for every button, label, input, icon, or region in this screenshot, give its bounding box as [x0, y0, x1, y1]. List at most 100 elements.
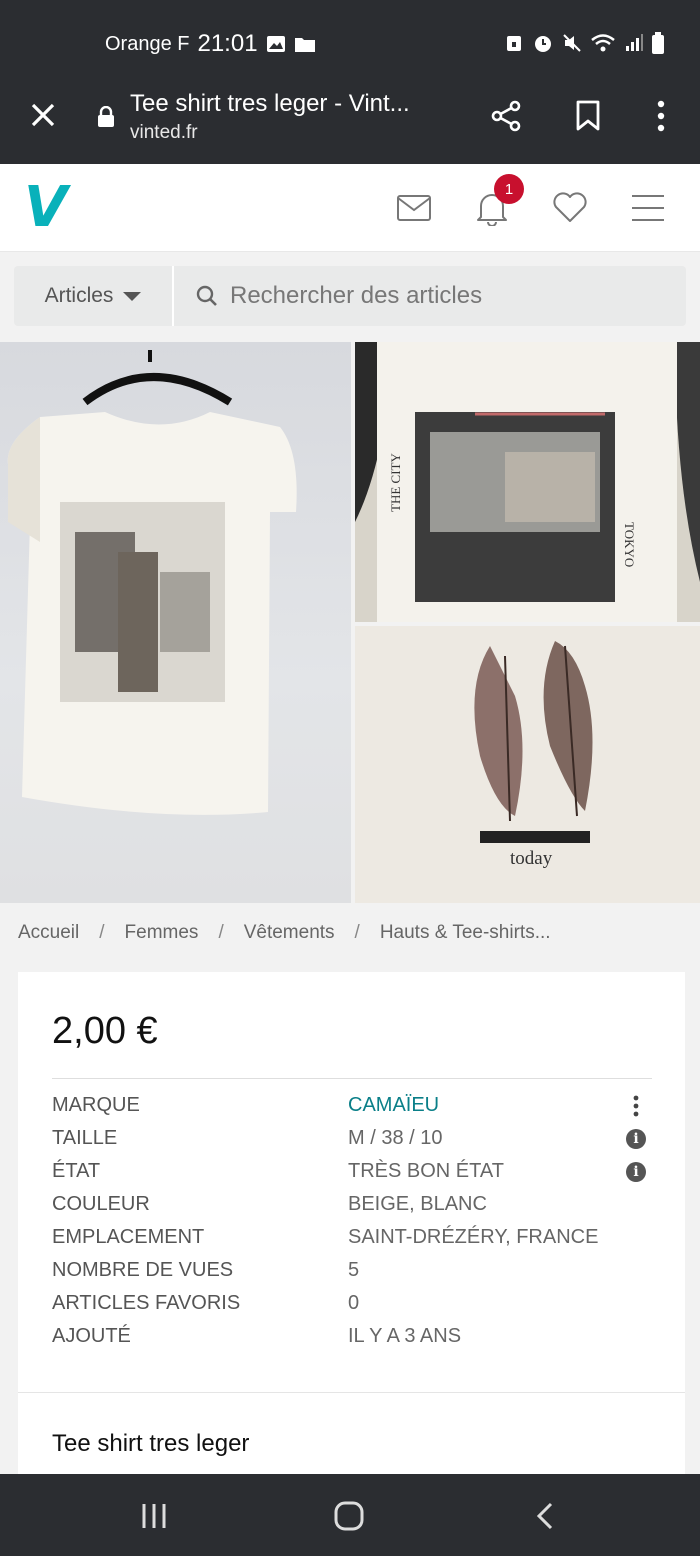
item-title: Tee shirt tres leger [52, 1430, 250, 1457]
feather-print-photo-image: today [355, 626, 700, 903]
detail-row-brand: MARQUE CAMAÏEU [52, 1094, 652, 1127]
home-button[interactable] [329, 1496, 369, 1536]
detail-value: 0 [348, 1292, 360, 1314]
carrier-label: Orange F [105, 32, 190, 55]
detail-value: IL Y A 3 ANS [348, 1325, 462, 1347]
hamburger-icon [632, 195, 664, 221]
detail-label: TAILLE [52, 1127, 118, 1149]
search-field[interactable] [174, 266, 686, 326]
detail-value: TRÈS BON ÉTAT [348, 1160, 504, 1182]
vinted-logo[interactable]: V [24, 178, 67, 238]
product-photo-2[interactable]: THE CITY TOKYO [355, 342, 700, 622]
brand-more-button[interactable] [626, 1095, 646, 1117]
print-text-right: TOKYO [622, 522, 637, 567]
detail-row-added: AJOUTÉ IL Y A 3 ANS [52, 1325, 652, 1358]
breadcrumb-hauts[interactable]: Hauts & Tee-shirts... [380, 922, 551, 944]
more-vertical-icon [657, 100, 665, 132]
tshirt-print-photo-image: THE CITY TOKYO [355, 342, 700, 622]
home-icon [334, 1501, 364, 1531]
clock: 21:01 [197, 30, 258, 57]
signal-icon [626, 34, 643, 51]
info-icon: i [626, 1129, 646, 1149]
menu-button[interactable] [626, 186, 670, 230]
close-icon [31, 103, 55, 127]
alarm-icon [535, 36, 551, 52]
detail-label: MARQUE [52, 1094, 140, 1116]
detail-row-condition: ÉTAT TRÈS BON ÉTAT i [52, 1160, 652, 1193]
divider [52, 1078, 652, 1079]
detail-value: M / 38 / 10 [348, 1127, 443, 1149]
detail-row-views: NOMBRE DE VUES 5 [52, 1259, 652, 1292]
category-label: Articles [44, 284, 114, 307]
page-title: Tee shirt tres leger - Vint... [130, 90, 410, 117]
category-dropdown[interactable]: Articles [14, 266, 174, 326]
tshirt-photo-image [7, 350, 297, 815]
notification-badge: 1 [494, 174, 524, 204]
breadcrumb-separator: / [354, 922, 360, 943]
divider [18, 1392, 685, 1393]
detail-label: ÉTAT [52, 1160, 101, 1182]
breadcrumb-separator: / [218, 922, 224, 943]
lock-icon [96, 105, 116, 133]
recent-apps-button[interactable] [134, 1496, 174, 1536]
browser-toolbar: Tee shirt tres leger - Vint... vinted.fr [0, 80, 700, 164]
more-options-button[interactable] [641, 96, 681, 136]
detail-label: EMPLACEMENT [52, 1226, 205, 1248]
detail-label: NOMBRE DE VUES [52, 1259, 234, 1281]
search-icon [196, 285, 217, 306]
status-right [504, 32, 664, 54]
search-bar: Articles [14, 266, 686, 326]
site-header: V [0, 164, 700, 252]
breadcrumb-accueil[interactable]: Accueil [18, 922, 79, 944]
recents-icon [142, 1504, 166, 1528]
close-tab-button[interactable] [26, 98, 60, 138]
bookmark-icon [576, 100, 600, 131]
detail-label: AJOUTÉ [52, 1325, 131, 1347]
condition-info-button[interactable]: i [626, 1162, 646, 1182]
system-navigation-bar [0, 1474, 700, 1556]
size-info-button[interactable]: i [626, 1129, 646, 1149]
detail-row-location: EMPLACEMENT SAINT-DRÉZÉRY, FRANCE [52, 1226, 652, 1259]
detail-value: BEIGE, BLANC [348, 1193, 487, 1215]
mute-icon [563, 34, 581, 52]
breadcrumb-vetements[interactable]: Vêtements [244, 922, 335, 944]
chevron-down-icon [123, 291, 142, 301]
folder-notification-icon [294, 38, 315, 52]
brand-link[interactable]: CAMAÏEU [348, 1094, 439, 1127]
wifi-icon [591, 34, 615, 52]
bookmark-button[interactable] [568, 96, 608, 136]
detail-row-size: TAILLE M / 38 / 10 i [52, 1127, 652, 1160]
messages-button[interactable] [392, 186, 436, 230]
breadcrumb-separator: / [99, 922, 105, 943]
info-icon: i [626, 1162, 646, 1182]
share-icon [491, 100, 521, 132]
detail-value: 5 [348, 1259, 360, 1281]
product-photo-3[interactable]: today [355, 626, 700, 903]
detail-value: SAINT-DRÉZÉRY, FRANCE [348, 1226, 599, 1248]
image-notification-icon [266, 36, 285, 52]
page-domain: vinted.fr [130, 122, 198, 143]
envelope-icon [397, 195, 431, 221]
detail-label: ARTICLES FAVORIS [52, 1292, 241, 1314]
back-icon [536, 1502, 553, 1530]
breadcrumb: Accueil / Femmes / Vêtements / Hauts & T… [18, 922, 551, 944]
detail-row-favorites: ARTICLES FAVORIS 0 [52, 1292, 652, 1325]
status-left: Orange F 21:01 [105, 30, 316, 58]
breadcrumb-femmes[interactable]: Femmes [125, 922, 199, 944]
item-details-card: 2,00 € MARQUE CAMAÏEU TAILLE M / 38 / 10… [18, 972, 685, 1492]
item-price: 2,00 € [52, 1010, 158, 1052]
product-photo-main[interactable] [0, 342, 351, 903]
alarm-lock-icon [507, 36, 521, 51]
print-text-left: THE CITY [388, 453, 403, 512]
battery-icon [652, 32, 664, 54]
share-button[interactable] [486, 96, 526, 136]
back-button[interactable] [525, 1496, 565, 1536]
search-input[interactable] [230, 282, 650, 310]
status-bar: Orange F 21:01 [0, 0, 700, 80]
detail-row-color: COULEUR BEIGE, BLANC [52, 1193, 652, 1226]
heart-icon [553, 192, 587, 222]
print-caption: today [510, 848, 553, 869]
more-vertical-icon [633, 1095, 639, 1117]
favorites-button[interactable] [548, 186, 592, 230]
detail-label: COULEUR [52, 1193, 150, 1215]
